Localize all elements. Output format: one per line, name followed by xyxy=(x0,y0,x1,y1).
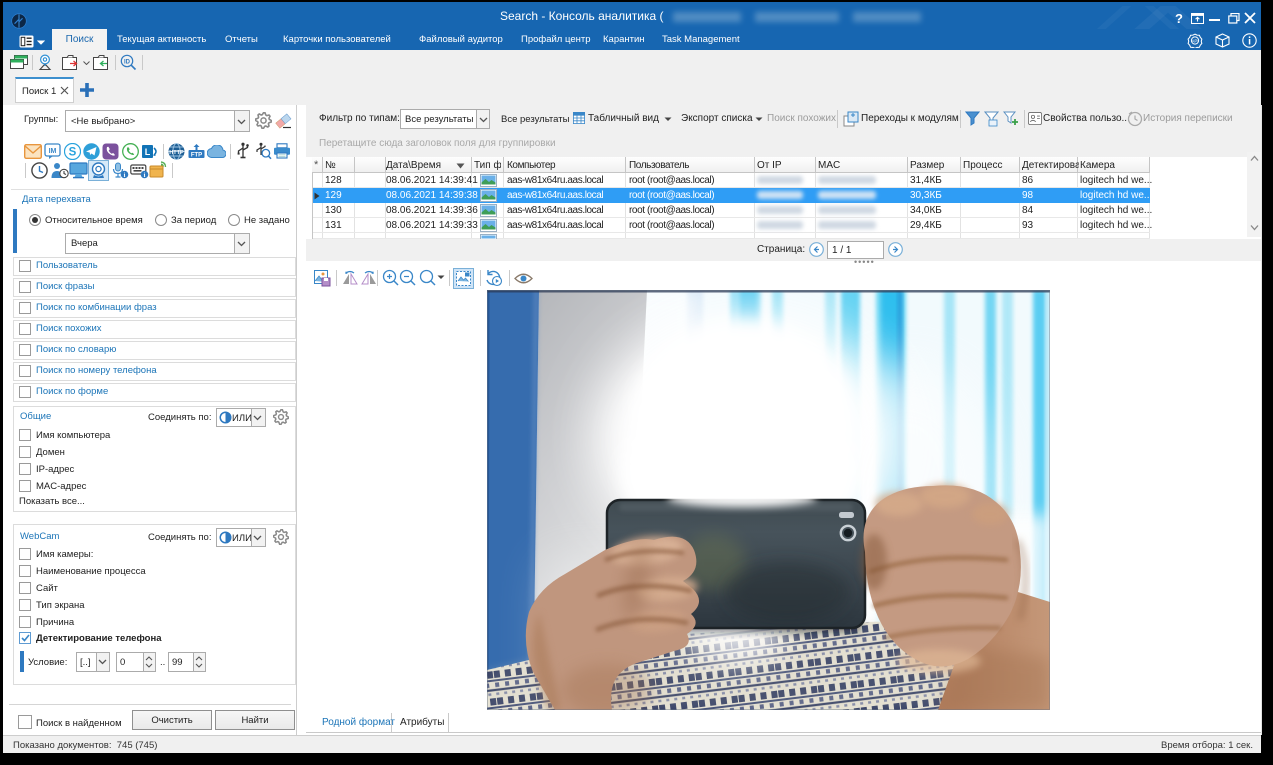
svg-text:FTP: FTP xyxy=(191,152,202,158)
svg-text:S: S xyxy=(69,147,77,159)
svg-text:i: i xyxy=(124,172,126,179)
svg-text:API: API xyxy=(1191,39,1198,44)
svg-text:HTTP: HTTP xyxy=(169,150,184,156)
svg-text:IM: IM xyxy=(49,148,57,155)
svg-text:L: L xyxy=(145,147,151,157)
svg-text:ID: ID xyxy=(124,59,131,65)
svg-text:i: i xyxy=(144,172,146,179)
